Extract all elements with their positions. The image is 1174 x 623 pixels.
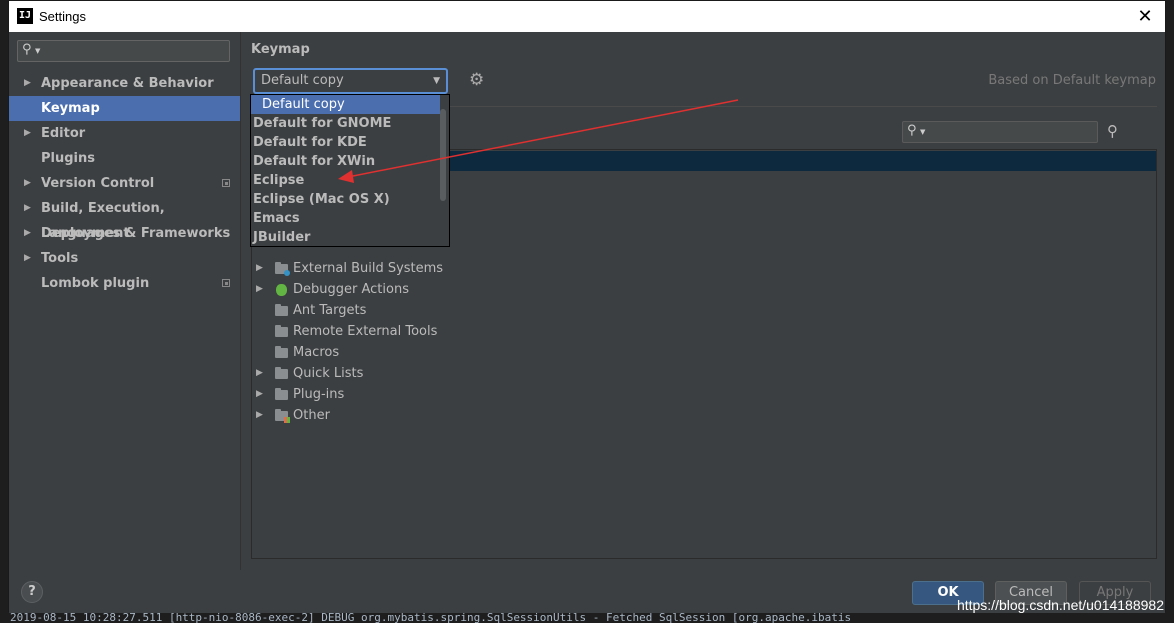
- dropdown-option-default-gnome[interactable]: Default for GNOME: [251, 114, 441, 133]
- settings-nav: ▶ Appearance & Behavior Keymap ▶ Editor …: [9, 71, 240, 296]
- sidebar-item-editor[interactable]: ▶ Editor: [9, 121, 240, 146]
- expand-arrow-icon: ▶: [24, 78, 31, 88]
- tree-item-other[interactable]: ▶ Other: [252, 405, 1156, 426]
- tree-item-plug-ins[interactable]: ▶ Plug-ins: [252, 384, 1156, 405]
- tree-item-macros[interactable]: Macros: [252, 342, 1156, 363]
- tree-item-label: Macros: [293, 345, 340, 360]
- settings-sidebar: ⚲ ▼ ▶ Appearance & Behavior Keymap ▶ Edi…: [9, 32, 241, 570]
- dropdown-option-default-kde[interactable]: Default for KDE: [251, 133, 441, 152]
- expand-arrow-icon: ▶: [24, 178, 31, 188]
- folder-multi-icon: [275, 409, 290, 423]
- sidebar-item-languages-frameworks[interactable]: ▶ Languages & Frameworks: [9, 221, 240, 246]
- keymap-select[interactable]: Default copy ▼: [253, 68, 448, 94]
- project-settings-icon: [222, 279, 230, 287]
- title-bar: IJ Settings ✕: [9, 1, 1165, 32]
- sidebar-item-label: Keymap: [41, 101, 100, 116]
- search-history-caret-icon: ▼: [35, 47, 41, 55]
- sidebar-item-label: Editor: [41, 126, 86, 141]
- sidebar-item-label: Languages & Frameworks: [41, 226, 231, 241]
- tree-item-label: Debugger Actions: [293, 282, 409, 297]
- folder-icon: [275, 325, 288, 337]
- search-icon: ⚲: [22, 42, 32, 57]
- sidebar-item-version-control[interactable]: ▶ Version Control: [9, 171, 240, 196]
- expand-arrow-icon: ▶: [24, 253, 31, 263]
- expand-arrow-icon: ▶: [24, 228, 31, 238]
- chevron-down-icon: ▼: [433, 76, 440, 86]
- background-console-line: 2019-08-15 10:28:27.511 [http-nio-8086-e…: [0, 612, 1174, 623]
- settings-search-input[interactable]: ⚲ ▼: [17, 40, 230, 62]
- expand-arrow-icon: ▶: [24, 128, 31, 138]
- tree-item-debugger-actions[interactable]: ▶ Debugger Actions: [252, 279, 1156, 300]
- watermark: https://blog.csdn.net/u014188982: [956, 597, 1164, 613]
- search-history-caret-icon: ▼: [920, 128, 926, 136]
- tree-item-label: Plug-ins: [293, 387, 345, 402]
- tree-item-remote-external-tools[interactable]: Remote External Tools: [252, 321, 1156, 342]
- dropdown-option-emacs[interactable]: Emacs: [251, 209, 441, 228]
- dropdown-option-eclipse-mac[interactable]: Eclipse (Mac OS X): [251, 190, 441, 209]
- close-button[interactable]: ✕: [1125, 1, 1165, 32]
- tree-item-external-build-systems[interactable]: ▶ External Build Systems: [252, 258, 1156, 279]
- sidebar-item-appearance-behavior[interactable]: ▶ Appearance & Behavior: [9, 71, 240, 96]
- folder-icon: [275, 367, 288, 379]
- expand-arrow-icon: ▶: [256, 263, 263, 273]
- tree-item-label: Ant Targets: [293, 303, 367, 318]
- bug-icon: [276, 284, 287, 296]
- sidebar-item-label: Version Control: [41, 176, 155, 191]
- folder-icon: [275, 304, 288, 316]
- sidebar-item-build-execution-deployment[interactable]: ▶ Build, Execution, Deployment: [9, 196, 240, 241]
- settings-dialog: IJ Settings ✕ ⚲ ▼ ▶ Appearance & Behavio…: [8, 0, 1166, 613]
- expand-arrow-icon: ▶: [256, 284, 263, 294]
- based-on-label: Based on Default keymap: [988, 73, 1156, 88]
- keymap-select-value: Default copy: [261, 73, 344, 88]
- sidebar-item-lombok-plugin[interactable]: Lombok plugin: [9, 271, 240, 296]
- dropdown-option-default-xwin[interactable]: Default for XWin: [251, 152, 441, 171]
- sidebar-item-label: Tools: [41, 251, 79, 266]
- find-by-shortcut-icon[interactable]: ⚲: [1107, 122, 1118, 140]
- tree-item-label: Other: [293, 408, 330, 423]
- expand-arrow-icon: ▶: [256, 368, 263, 378]
- tree-items: ▶ External Build Systems ▶ Debugger Acti…: [252, 258, 1156, 426]
- tree-item-label: Quick Lists: [293, 366, 364, 381]
- dropdown-scrollbar[interactable]: [440, 109, 446, 201]
- sidebar-item-keymap[interactable]: Keymap: [9, 96, 240, 121]
- keymap-dropdown-popup: Default copy Default for GNOME Default f…: [250, 94, 450, 247]
- keymap-search-input[interactable]: ⚲ ▼: [902, 121, 1098, 143]
- tree-item-ant-targets[interactable]: Ant Targets: [252, 300, 1156, 321]
- folder-icon: [275, 346, 288, 358]
- tree-item-label: External Build Systems: [293, 261, 444, 276]
- window-title: Settings: [39, 9, 86, 24]
- dropdown-option-default-copy[interactable]: Default copy: [251, 95, 440, 114]
- search-icon: ⚲: [907, 123, 917, 138]
- sidebar-item-label: Lombok plugin: [41, 276, 150, 291]
- dropdown-option-jbuilder[interactable]: JBuilder: [251, 228, 441, 247]
- sidebar-item-plugins[interactable]: Plugins: [9, 146, 240, 171]
- intellij-app-icon: IJ: [17, 8, 33, 24]
- dropdown-option-eclipse[interactable]: Eclipse: [251, 171, 441, 190]
- sidebar-item-tools[interactable]: ▶ Tools: [9, 246, 240, 271]
- tree-item-label: Remote External Tools: [293, 324, 438, 339]
- gear-icon[interactable]: ⚙: [469, 70, 484, 90]
- background-ide-left: [0, 0, 8, 623]
- background-ide-right: [1166, 0, 1174, 623]
- project-settings-icon: [222, 179, 230, 187]
- tree-item-quick-lists[interactable]: ▶ Quick Lists: [252, 363, 1156, 384]
- page-title: Keymap: [251, 42, 310, 57]
- help-button[interactable]: ?: [21, 581, 43, 603]
- expand-arrow-icon: ▶: [256, 389, 263, 399]
- sidebar-item-label: Plugins: [41, 151, 95, 166]
- folder-gear-icon: [275, 262, 290, 276]
- expand-arrow-icon: ▶: [256, 410, 263, 420]
- folder-icon: [275, 388, 288, 400]
- expand-arrow-icon: ▶: [24, 203, 31, 213]
- sidebar-item-label: Appearance & Behavior: [41, 76, 214, 91]
- close-icon: ✕: [1137, 6, 1153, 26]
